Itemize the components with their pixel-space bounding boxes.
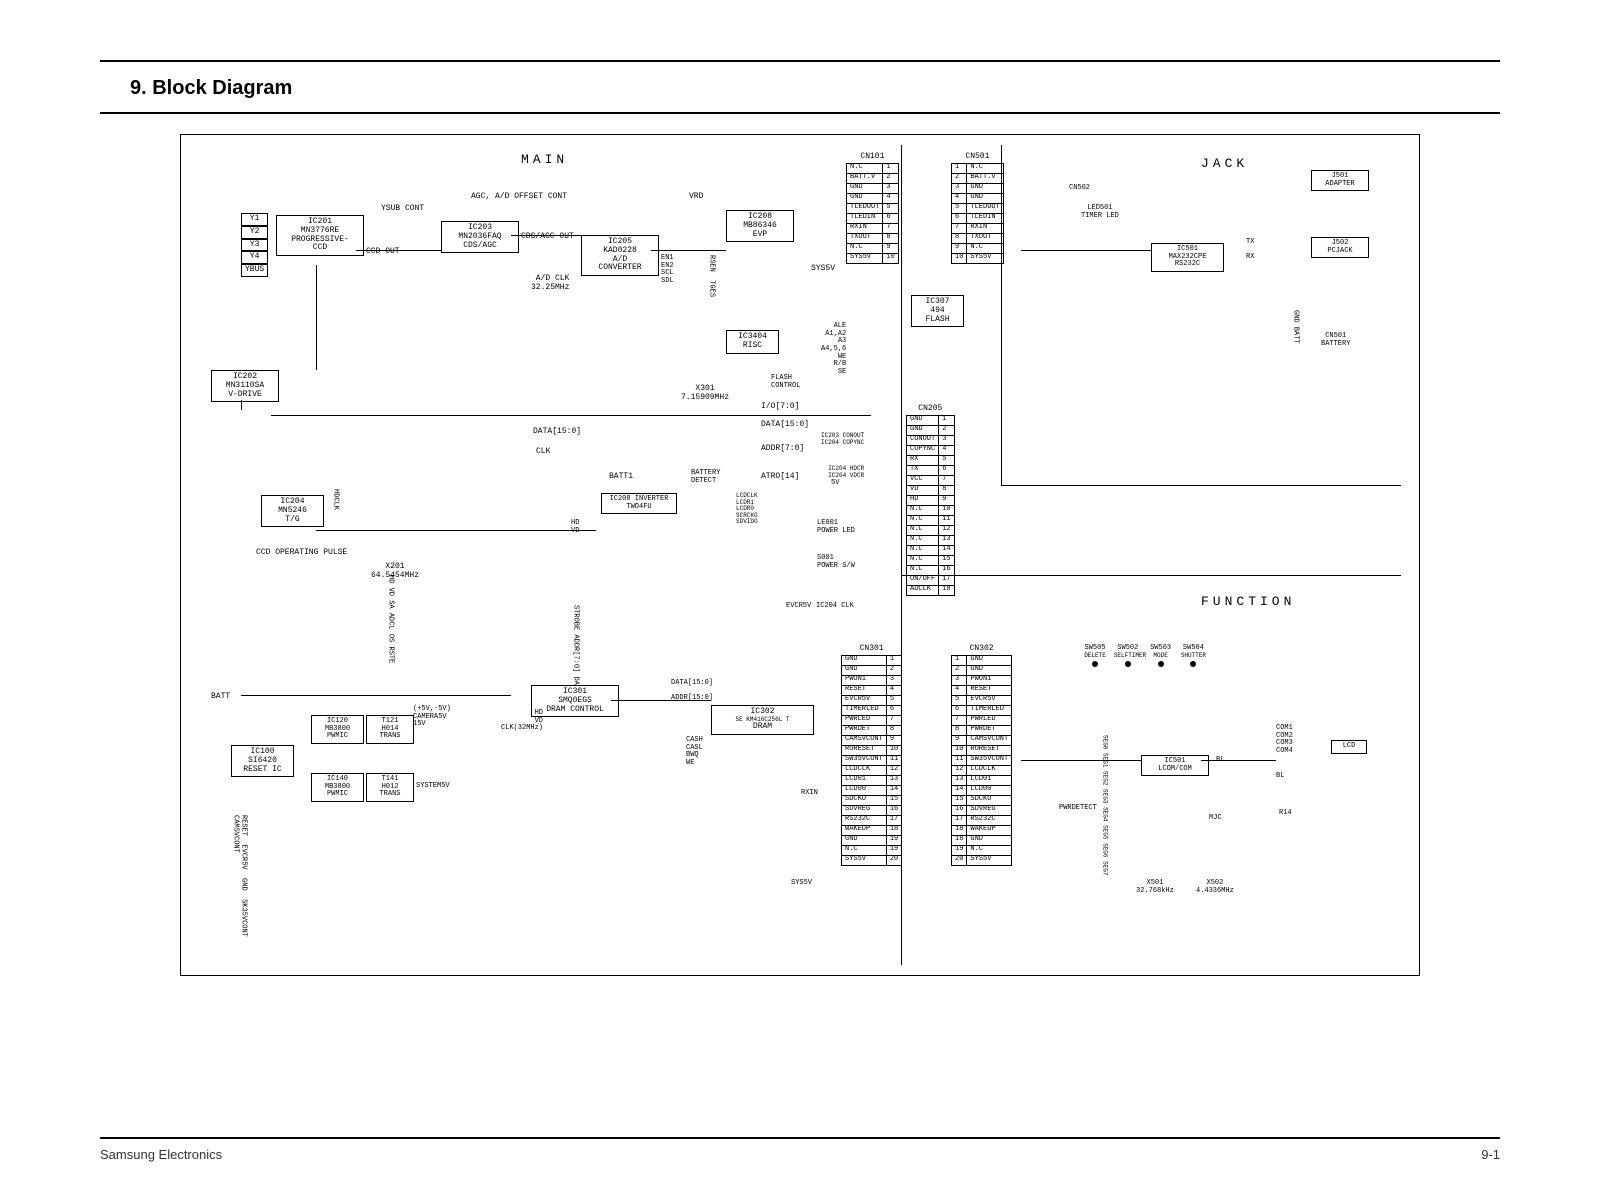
agc-offset: AGC, A/D OFFSET CONT [471, 193, 567, 202]
r14: R14 [1279, 810, 1292, 818]
ic307-pins: ALE A1,A2 A3 A4,5,6 WE R/B SE [821, 323, 846, 377]
function-label: FUNCTION [1201, 595, 1295, 609]
ic307-box: IC307 494 FLASH [911, 295, 964, 327]
data-bus-2: DATA[15:0] [533, 428, 581, 437]
x501: X501 32.768kHz [1136, 880, 1174, 895]
s001: S001 POWER S/W [817, 555, 855, 570]
ic501-func: IC501 LCOM/COM [1141, 755, 1209, 776]
ic304-box: IC3404 RISC [726, 330, 779, 354]
ic208-left-sigs: RSEN TGES [707, 255, 715, 297]
footer-left: Samsung Electronics [100, 1147, 222, 1162]
t121-box: T121 H014 TRANS [366, 715, 414, 744]
ccd-op-pulse: CCD OPERATING PULSE [256, 549, 347, 558]
mjc: MJC [1209, 815, 1222, 823]
main-label: MAIN [521, 153, 568, 167]
ic140-box: IC140 MB3800 PWMIC [311, 773, 364, 802]
cn205: CN205 GND1GND2CONOUT3COPYNC4RX5TX6VCC7VD… [906, 405, 955, 596]
x502: X502 4.4336MHz [1196, 880, 1234, 895]
addr-bus: ADDR[7:0] [761, 445, 804, 454]
x201: X201 64.5454MHz [371, 563, 419, 581]
ad-clk: A/D CLK 32.25MHz [531, 275, 569, 293]
com-lines: COM1 COM2 COM3 COM4 [1276, 725, 1293, 756]
sys5v-b: SYS5V [791, 880, 812, 888]
sys5v-rail: SYSTEM5V [416, 783, 450, 791]
ic204clk: IC204 CLK [816, 603, 854, 611]
atr-bus: ATRO[14] [761, 473, 799, 482]
vrd: VRD [689, 193, 703, 202]
cn101: CN101 N.C1BATT.V2GND3GND4TLEDOUT5TLEDIN6… [846, 153, 899, 264]
ic302-box: IC302 SE KM416C256L T DRAM [711, 705, 814, 735]
cn502-name: CN502 [1069, 185, 1090, 193]
le001: LE001 POWER LED [817, 520, 855, 535]
page: 9. Block Diagram MAIN JACK FUNCTION IC20… [0, 60, 1600, 1192]
seg-lines: SEG0 SEG1 SEG2 SEG3 SEG4 SEG5 SEG6 SEG7 [1101, 735, 1108, 876]
ic201-desc: PROGRESSIVE- CCD [280, 236, 360, 254]
x301: X301 7.15909MHz [681, 385, 729, 403]
ic120-box: IC120 MB3800 PWMIC [311, 715, 364, 744]
bl: BL [1276, 773, 1284, 781]
jack-label: JACK [1201, 157, 1248, 171]
gnd-batt: GND BATT [1291, 310, 1299, 344]
ic208-box: IC208 MB86346 EVP [726, 210, 794, 242]
ic208-inverter: IC208 INVERTER TWO4FU [601, 493, 677, 514]
ic201-box: IC201 MN3776RE PROGRESSIVE- CCD [276, 215, 364, 256]
data-bus: DATA[15:0] [761, 421, 809, 430]
diagram-frame: MAIN JACK FUNCTION IC201 MN3776RE PROGRE… [180, 134, 1420, 976]
tg-pins: HD VD SA ADCL OS RSTE [386, 575, 394, 663]
lcd-sigs: LCDCLK LCDR1 LCDR0 SCRCKO SDVIDO [736, 493, 758, 526]
ic205-box: IC205 KAD0228 A/D CONVERTER [581, 235, 659, 276]
ic301-sigs: HD VD CLK(32MHz) [501, 710, 543, 733]
divider-func-top [901, 575, 1401, 576]
batt1: BATT1 [609, 473, 633, 482]
cn501-batt: CN501 BATTERY [1321, 333, 1350, 348]
cn302: CN302 1GND2GND3PWON14RESET5EVCR5V6TIMERL… [951, 645, 1012, 866]
ic202-box: IC202 MN3110SA V-DRIVE [211, 370, 279, 402]
cn301: CN301 GND1GND2PWON13RESET4EVCR5V5TIMERLE… [841, 645, 902, 866]
section-title: 9. Block Diagram [130, 77, 1600, 100]
lcd-box: LCD [1331, 740, 1367, 754]
divider-jack-bottom [1001, 485, 1401, 486]
batt-label: BATT [211, 693, 230, 702]
footer: Samsung Electronics 9-1 [100, 1137, 1500, 1162]
j501: J501 ADAPTER [1311, 170, 1369, 191]
under-title-rule [100, 112, 1500, 114]
5v-note: 5V [831, 480, 839, 488]
ic302-extra: CASH CASL BWQ WE [686, 737, 703, 768]
tx-rx: TX RX [1246, 239, 1254, 262]
clk-lbl: CLK [536, 448, 550, 457]
sys5v-net1: SYS5V [811, 265, 835, 274]
ic204-box: IC204 MN5246 T/G [261, 495, 324, 527]
pwrdetect: PWRDETECT [1059, 805, 1097, 813]
ysub-cont: YSUB CONT [381, 205, 424, 214]
led501: LED501 TIMER LED [1081, 205, 1119, 220]
rxin: RXIN [801, 790, 818, 798]
switches: SW505DELETE SW502SELFTIMER SW503MODE SW5… [1081, 645, 1207, 671]
hd-vd: HDVD [571, 520, 579, 535]
hdclk: HDCLK [331, 489, 339, 510]
ic208-top-sigs: EN1 EN2 SCL SDL [661, 255, 674, 286]
j502: J502 PCJACK [1311, 237, 1369, 258]
evcr5v: EVCR5V [786, 603, 811, 611]
top-rule [100, 60, 1500, 62]
flash-ctrl: FLASH CONTROL [771, 375, 800, 390]
ic501-jack: IC501 MAX232CPE RS232C [1151, 243, 1224, 272]
cn501: CN501 1N.C2BATT.V3GND4GND5TLEDOUT6TLEDIN… [951, 153, 1004, 264]
ic301-box: IC301 SMQ0EGS DRAM CONTROL [531, 685, 619, 717]
bottom-sigs: RESET EVCR5V GND SK35VCONT CAMSVCONT [231, 815, 246, 975]
batt-detect: BATTERY DETECT [691, 470, 720, 485]
y-pins: Y1 Y2 Y3 Y4 YBUS [241, 213, 268, 277]
cn205-ext: IC203 CONOUT IC204 COPYNC IC204 HDCR IC2… [821, 433, 864, 479]
io-bus: I/O[7:0] [761, 403, 799, 412]
footer-right: 9-1 [1481, 1147, 1500, 1162]
ic100-box: IC100 SI6420 RESET IC [231, 745, 294, 777]
pwr-rails: (+5V,-5V) CAMERA5V 15V [413, 706, 451, 729]
ic203-box: IC203 MN2036FAQ CDS/AGC [441, 221, 519, 253]
t141-box: T141 H012 TRANS [366, 773, 414, 802]
